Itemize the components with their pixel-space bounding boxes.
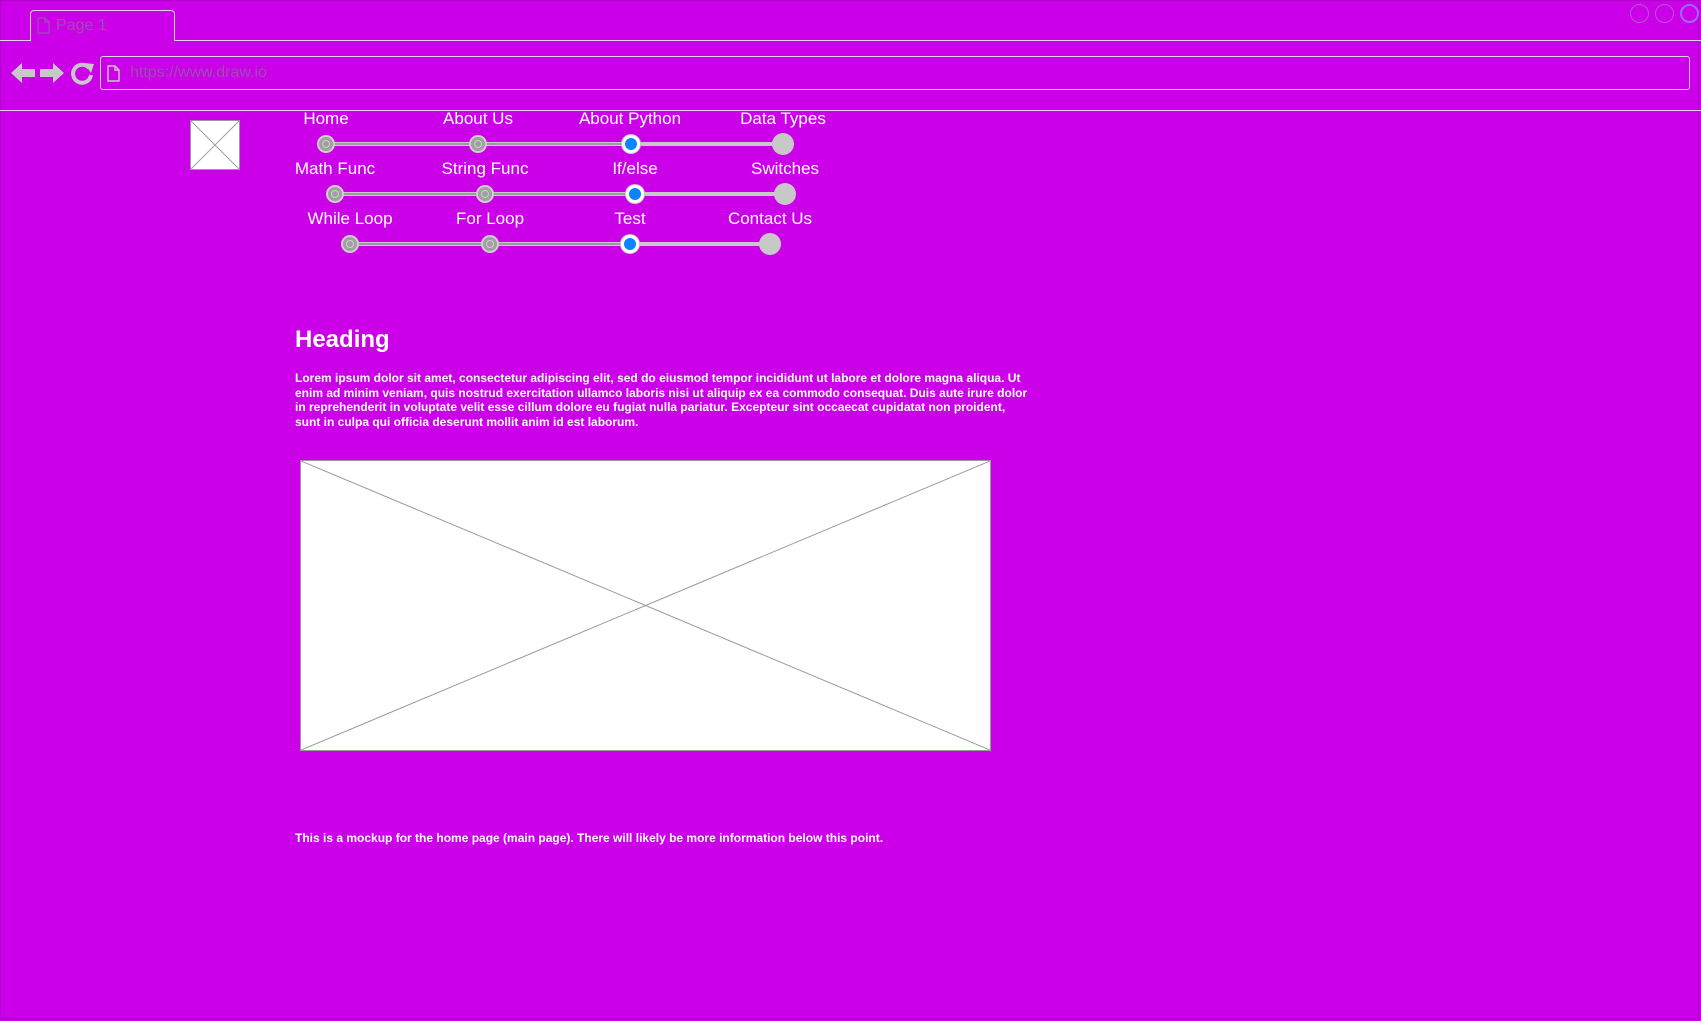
page-heading: Heading [295, 326, 390, 353]
nav-link-math-func[interactable]: Math Func [295, 159, 375, 179]
nav-link-contact-us[interactable]: Contact Us [728, 209, 812, 229]
nav-link-if-else[interactable]: If/else [612, 159, 657, 179]
step-dot[interactable] [774, 183, 796, 205]
nav-link-string-func[interactable]: String Func [442, 159, 529, 179]
hero-image-placeholder [300, 460, 991, 751]
reload-icon[interactable] [69, 60, 95, 86]
address-bar[interactable] [100, 56, 1690, 90]
body-paragraph: Lorem ipsum dolor sit amet, consectetur … [295, 371, 1028, 429]
nav-stepper-row-3: While Loop For Loop Test Contact Us [307, 209, 812, 255]
page-icon [37, 17, 50, 34]
nav-link-about-us[interactable]: About Us [443, 109, 513, 129]
maximize-button[interactable] [1655, 4, 1674, 23]
nav-link-while-loop[interactable]: While Loop [307, 209, 392, 229]
toolbar-divider [0, 110, 1701, 111]
step-dot-current[interactable] [622, 135, 640, 153]
footnote-text: This is a mockup for the home page (main… [295, 831, 884, 845]
step-dot[interactable] [759, 233, 781, 255]
step-dot[interactable] [317, 135, 335, 153]
nav-link-test[interactable]: Test [614, 209, 645, 229]
step-dot-current[interactable] [626, 185, 644, 203]
tab-bar-divider [0, 40, 1701, 41]
step-dot[interactable] [341, 235, 359, 253]
step-dot[interactable] [476, 185, 494, 203]
close-button[interactable] [1680, 4, 1699, 23]
nav-stepper-row-2: Math Func String Func If/else Switches [295, 159, 819, 205]
logo-image-placeholder [190, 120, 240, 170]
nav-link-about-python[interactable]: About Python [579, 109, 681, 129]
step-dot[interactable] [326, 185, 344, 203]
step-dot[interactable] [469, 135, 487, 153]
step-dot-current[interactable] [621, 235, 639, 253]
nav-link-data-types[interactable]: Data Types [740, 109, 826, 129]
page-icon [107, 64, 120, 82]
nav-link-for-loop[interactable]: For Loop [456, 209, 524, 229]
tab-title: Page 1 [56, 16, 107, 34]
nav-link-home[interactable]: Home [303, 109, 348, 129]
back-arrow-icon[interactable] [10, 60, 36, 86]
step-dot[interactable] [772, 133, 794, 155]
window-controls [1630, 4, 1699, 23]
step-dot[interactable] [481, 235, 499, 253]
nav-stepper-row-1: Home About Us About Python Data Types [303, 109, 826, 155]
minimize-button[interactable] [1630, 4, 1649, 23]
url-input[interactable] [128, 63, 1632, 83]
browser-tab[interactable]: Page 1 [30, 10, 175, 40]
nav-link-switches[interactable]: Switches [751, 159, 819, 179]
forward-arrow-icon[interactable] [39, 60, 65, 86]
